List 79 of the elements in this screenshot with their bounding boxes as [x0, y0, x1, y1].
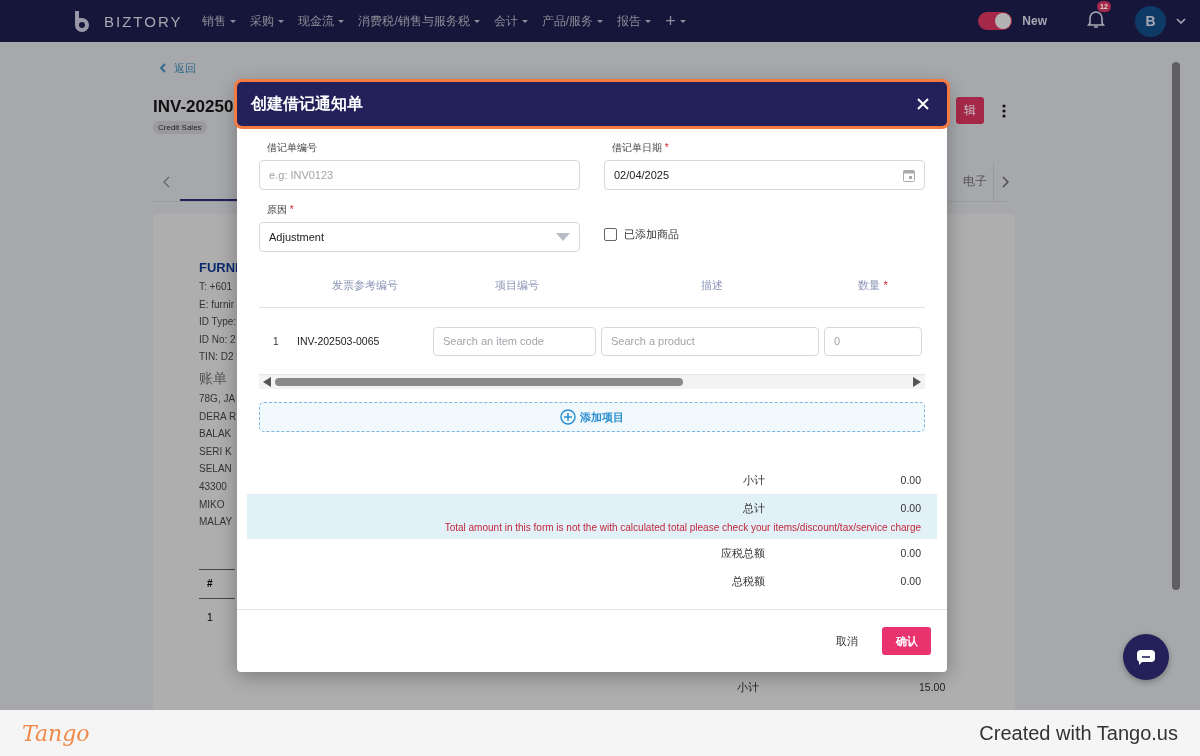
company-detail: T: +601: [199, 280, 233, 294]
brand-logo: Tango: [22, 720, 90, 746]
add-item-button[interactable]: 添加项目: [259, 402, 925, 432]
address-line: MALAY: [199, 515, 233, 530]
nav-menu[interactable]: 消费税/销售与服务税: [356, 12, 482, 30]
more-options-icon[interactable]: [1002, 103, 1006, 118]
nav-menu[interactable]: 采购: [248, 12, 287, 30]
horizontal-scrollbar[interactable]: [259, 375, 925, 389]
reason-dropdown[interactable]: Adjustment: [259, 222, 580, 252]
credit-text: Created with Tango.us: [979, 721, 1178, 745]
quantity-field[interactable]: 0: [824, 326, 922, 356]
checkbox-label: 已添加商品: [624, 227, 679, 242]
subtotal-label: 小计: [737, 680, 759, 695]
scroll-left-icon[interactable]: [263, 377, 271, 387]
company-detail: ID No: 2: [199, 332, 236, 347]
logo-wordmark[interactable]: BIZTORY: [104, 12, 183, 30]
total-label: 总税额: [731, 573, 765, 589]
invoice-reference: INV-202503-0065: [297, 335, 381, 347]
subtotal-value: 15.00: [919, 680, 946, 695]
date-field[interactable]: 02/04/2025: [604, 160, 925, 190]
nav-menu[interactable]: 现金流: [296, 12, 347, 30]
row-number: 1: [272, 335, 280, 347]
invoice-title: INV-20250: [153, 97, 234, 117]
calendar-icon: [903, 168, 915, 182]
column-header: 发票参考编号: [331, 278, 399, 293]
address-line: 43300: [199, 479, 227, 494]
table-cell: 1: [207, 610, 213, 623]
plus-circle-icon: [560, 409, 576, 425]
nav-menu[interactable]: 会计: [491, 12, 530, 30]
total-label: 应税总额: [720, 545, 765, 561]
total-value: 0.00: [899, 502, 921, 514]
chat-icon: [1136, 649, 1156, 665]
dialog-title: 创建借记通知单: [251, 93, 363, 114]
checkbox[interactable]: [604, 228, 617, 241]
total-label: 小计: [742, 472, 765, 488]
total-label: 总计: [742, 500, 765, 516]
field-label: 借记单日期 *: [611, 141, 670, 155]
toggle-switch[interactable]: [978, 12, 1013, 30]
confirm-button[interactable]: 确认: [882, 627, 931, 655]
user-avatar[interactable]: B: [1135, 5, 1166, 37]
address-line: DERA R: [199, 409, 237, 424]
nav-menu[interactable]: 销售: [200, 12, 239, 30]
company-detail: TIN: D2: [199, 350, 234, 365]
tab[interactable]: 电子: [957, 161, 994, 202]
warning-message: Total amount in this form is not the with calculated total please check your items/discount/tax/service charge: [444, 522, 921, 533]
nav-menu[interactable]: 报告: [615, 12, 654, 30]
bill-to-heading: 账单: [199, 369, 227, 388]
dropdown-arrow-icon: [556, 233, 570, 241]
notification-bell-icon[interactable]: [1087, 9, 1105, 29]
chevron-down-icon[interactable]: [1176, 18, 1186, 24]
edit-button[interactable]: 辑: [956, 97, 984, 124]
sale-type-tag: Credit Sales: [153, 121, 207, 134]
address-line: 78G, JA: [199, 391, 236, 406]
total-value: 0.00: [899, 575, 921, 587]
product-field[interactable]: Search a product: [601, 326, 819, 356]
address-line: SERI K: [199, 444, 232, 459]
chat-button[interactable]: [1123, 634, 1169, 680]
table-header: #: [207, 578, 213, 590]
company-detail: E: furnir: [199, 297, 234, 312]
scroll-right-icon[interactable]: [913, 377, 921, 387]
cancel-button[interactable]: 取消: [830, 632, 864, 650]
column-header: 项目编号: [494, 278, 540, 293]
add-menu[interactable]: +: [663, 10, 688, 32]
address-line: MIKO: [199, 497, 225, 512]
nav-menu[interactable]: 产品/服务: [539, 12, 606, 30]
field-label: 借记单编号: [266, 141, 318, 155]
total-value: 0.00: [899, 474, 921, 486]
tab-scroll-right-icon[interactable]: [1002, 175, 1009, 188]
column-header: 数量 *: [857, 278, 889, 293]
company-detail: ID Type:: [199, 315, 237, 330]
item-code-field[interactable]: Search an item code: [433, 326, 596, 356]
total-value: 0.00: [899, 547, 921, 559]
field-label: 原因 *: [266, 203, 295, 217]
column-header: 描述: [700, 278, 724, 293]
address-line: BALAK: [199, 427, 232, 442]
address-line: SELAN: [199, 462, 232, 477]
toggle-label: New: [1022, 14, 1047, 28]
number-field[interactable]: e.g: INV0123: [259, 160, 580, 190]
close-icon[interactable]: [917, 98, 929, 110]
